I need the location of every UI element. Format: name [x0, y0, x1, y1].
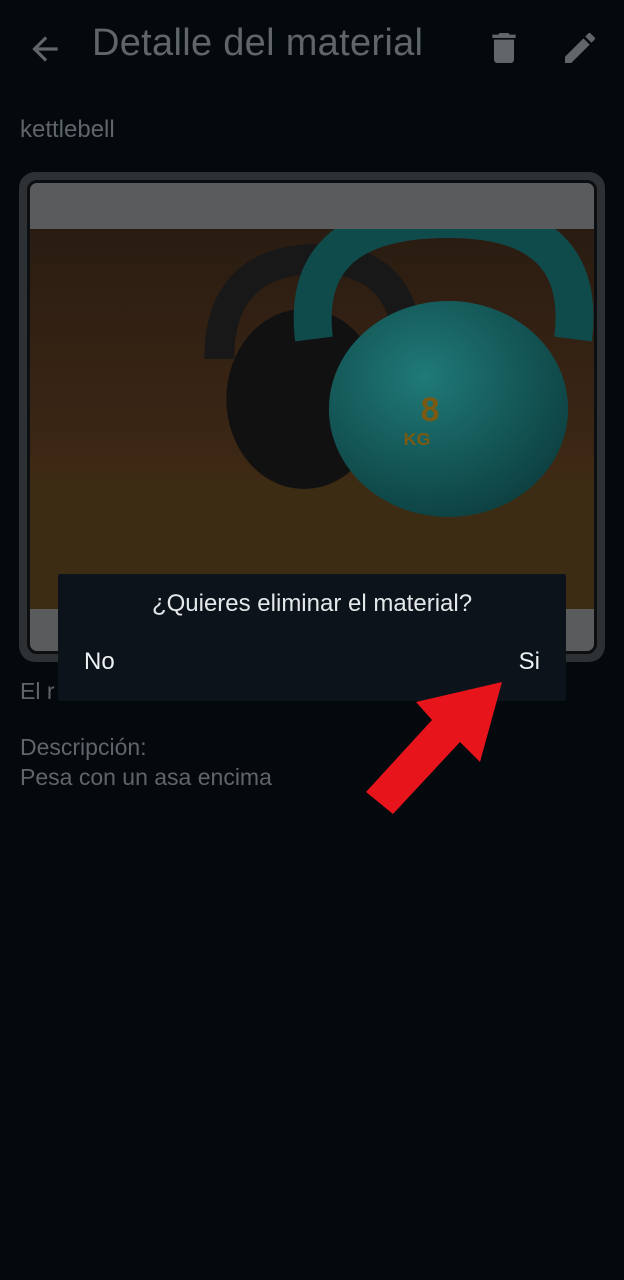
material-name: kettlebell [20, 116, 115, 143]
description-value: Pesa con un asa encima [20, 764, 272, 790]
photo-weight-text: 8 [421, 391, 440, 429]
pointer-arrow-icon [366, 682, 502, 814]
app-bar: Detalle del material [0, 0, 624, 100]
dialog-question: ¿Quieres eliminar el material? [151, 590, 473, 617]
arrow-left-icon[interactable] [26, 30, 64, 68]
no-button[interactable]: No [84, 648, 115, 676]
yes-button[interactable]: Si [519, 648, 540, 676]
photo-unit-text: KG [404, 429, 431, 449]
kettlebell-photo: 8 KG [30, 229, 594, 609]
pencil-icon[interactable] [560, 28, 600, 68]
availability-text: El r [20, 678, 55, 704]
page-title: Detalle del material [92, 22, 424, 64]
description-label: Descripción: [20, 734, 147, 760]
trash-icon[interactable] [484, 28, 524, 68]
